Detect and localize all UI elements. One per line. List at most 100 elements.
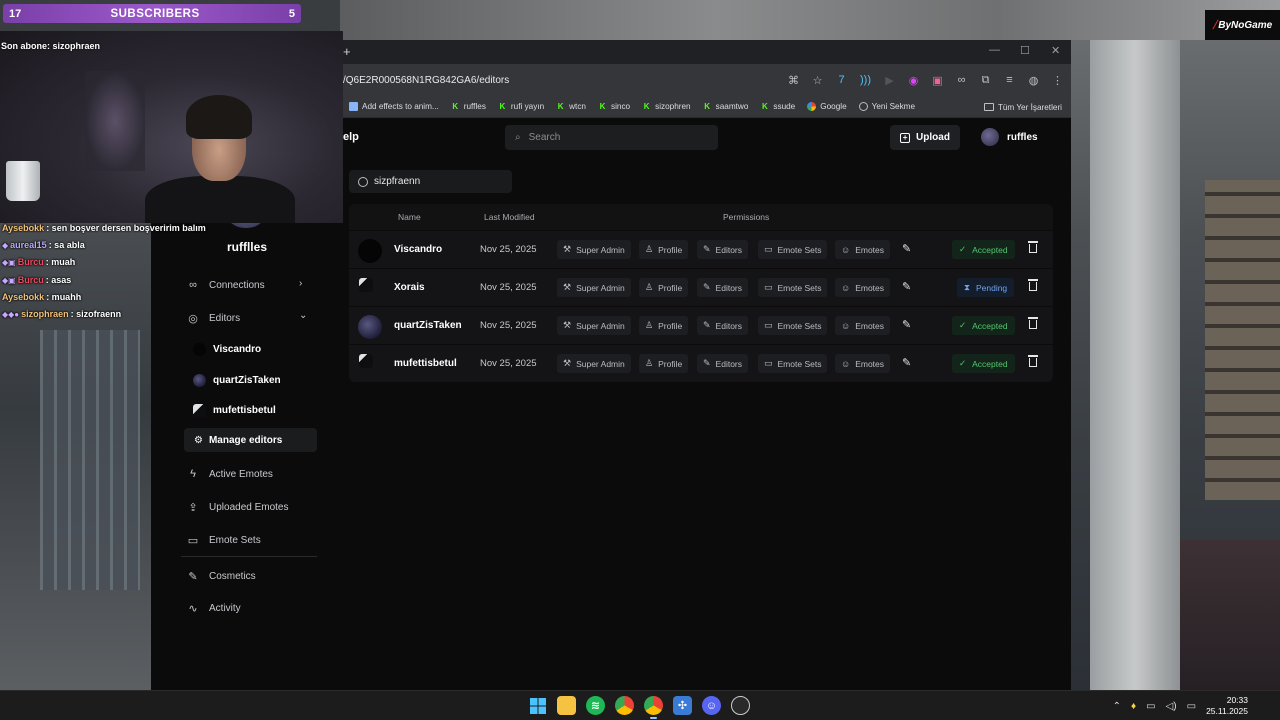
media-queue-icon[interactable]: ≡ — [1002, 74, 1017, 86]
trash-icon[interactable] — [1028, 241, 1038, 254]
sidebar-item-emote-sets[interactable]: ▭ Emote Sets — [187, 534, 261, 547]
edit-pencil-icon[interactable]: ✎ — [902, 242, 911, 255]
bookmark-item[interactable]: Ksizophren — [636, 102, 697, 111]
trash-icon[interactable] — [1028, 317, 1038, 330]
profile-menu[interactable]: ruffles — [981, 128, 1038, 146]
extension-glasses-icon[interactable]: ∞ — [954, 74, 969, 86]
bookmark-item[interactable]: Kwtcn — [550, 102, 592, 111]
bookmark-item[interactable]: Add effects to anim... — [343, 102, 445, 111]
permission-toggle-emote-sets[interactable]: ▭ Emote Sets — [758, 316, 828, 335]
network-icon[interactable]: ▭ — [1146, 701, 1155, 712]
last-modified-date: Nov 25, 2025 — [480, 320, 537, 331]
permission-toggle-profile[interactable]: ♙ Profile — [639, 316, 689, 335]
trash-icon[interactable] — [1028, 355, 1038, 368]
extension-red-icon[interactable]: ▣ — [930, 74, 945, 87]
sidebar-item-active-emotes[interactable]: ϟ Active Emotes — [187, 468, 273, 480]
battery-icon[interactable]: ▭ — [1187, 701, 1196, 712]
all-bookmarks[interactable]: Tüm Yer İşaretleri — [983, 96, 1062, 118]
chat-message: Aysebokk : sen boşver dersen boşveririm … — [2, 220, 252, 237]
windows-start-icon[interactable] — [528, 696, 547, 715]
chrome-active-icon[interactable] — [644, 696, 663, 719]
bookmark-item[interactable]: Google — [801, 102, 852, 111]
extension-7tv-icon[interactable]: 7 — [834, 74, 849, 86]
close-button[interactable]: ✕ — [1051, 44, 1060, 57]
chevron-up-icon[interactable]: ⌃ — [1113, 701, 1121, 712]
spotify-icon[interactable]: ≋ — [586, 696, 605, 715]
chat-message: ◆ aureal15 : sa abla — [2, 237, 252, 254]
permission-toggle-emotes[interactable]: ☺ Emotes — [835, 278, 891, 297]
permission-toggle-profile[interactable]: ♙ Profile — [639, 240, 689, 259]
sidebar-editor-viscandro[interactable]: Viscandro — [193, 343, 261, 356]
file-explorer-icon[interactable] — [557, 696, 576, 715]
permission-toggle-super-admin[interactable]: ⚒ Super Admin — [557, 354, 631, 373]
discord-icon[interactable]: ☺ — [702, 696, 721, 715]
manage-editors-button[interactable]: ⚙ Manage editors — [184, 428, 317, 452]
permission-toggle-editors[interactable]: ✎ Editors — [697, 278, 749, 297]
person-icon: ♙ — [645, 358, 654, 368]
sidebar-editor-mufettisbetul[interactable]: mufettisbetul — [193, 404, 276, 417]
extension-audio-icon[interactable]: ))) — [858, 74, 873, 86]
permission-toggle-super-admin[interactable]: ⚒ Super Admin — [557, 316, 631, 335]
editor-name[interactable]: Viscandro — [394, 244, 442, 255]
url-text[interactable]: /Q6E2R000568N1RG842GA6/editors — [343, 75, 509, 86]
help-link[interactable]: elp — [343, 131, 359, 143]
permission-toggle-profile[interactable]: ♙ Profile — [639, 354, 689, 373]
scene-pillar — [1090, 40, 1180, 690]
editor-name[interactable]: mufettisbetul — [394, 358, 457, 369]
steam-icon[interactable] — [731, 696, 750, 715]
sidebar-editor-quartzistaken[interactable]: quartZisTaken — [193, 374, 281, 387]
permission-toggle-emote-sets[interactable]: ▭ Emote Sets — [758, 354, 828, 373]
translate-icon[interactable]: ⌘ — [786, 74, 801, 87]
permission-toggle-profile[interactable]: ♙ Profile — [639, 278, 689, 297]
microphone-icon[interactable]: ♦ — [1131, 701, 1136, 712]
permission-toggle-super-admin[interactable]: ⚒ Super Admin — [557, 240, 631, 259]
edit-pencil-icon[interactable]: ✎ — [902, 356, 911, 369]
permission-toggle-editors[interactable]: ✎ Editors — [697, 240, 749, 259]
permission-toggle-emotes[interactable]: ☺ Emotes — [835, 354, 891, 373]
user-chip[interactable]: sizpfraenn — [349, 170, 512, 193]
chrome-icon[interactable] — [615, 696, 634, 715]
permission-toggle-emote-sets[interactable]: ▭ Emote Sets — [758, 240, 828, 259]
all-bookmarks-label: Tüm Yer İşaretleri — [997, 102, 1062, 112]
clock[interactable]: 20:33 25.11.2025 — [1206, 695, 1248, 717]
bookmark-star-icon[interactable]: ☆ — [810, 74, 825, 87]
permission-toggle-emotes[interactable]: ☺ Emotes — [835, 316, 891, 335]
minimize-button[interactable]: — — [989, 44, 1000, 56]
address-bar[interactable]: /Q6E2R000568N1RG842GA6/editors ⌘ ☆ 7 )))… — [343, 64, 1071, 96]
bookmark-item[interactable]: Krufi yayın — [492, 102, 550, 111]
chat-message: ◆◆● sizophraen : sizofraenn — [2, 306, 252, 323]
chevron-right-icon[interactable]: › — [299, 278, 302, 289]
sidebar-item-cosmetics[interactable]: ✎ Cosmetics — [187, 570, 255, 583]
upload-button[interactable]: + Upload — [890, 125, 960, 150]
chat-badge-icon: ◆◆● — [2, 310, 20, 320]
profile-icon[interactable]: ◍ — [1026, 74, 1041, 87]
editor-name[interactable]: Xorais — [394, 282, 425, 293]
bookmark-item[interactable]: Kssude — [754, 102, 801, 111]
extension-pink-icon[interactable]: ◉ — [906, 74, 921, 87]
permission-toggle-emote-sets[interactable]: ▭ Emote Sets — [758, 278, 828, 297]
permission-toggle-emotes[interactable]: ☺ Emotes — [835, 240, 891, 259]
permission-toggle-editors[interactable]: ✎ Editors — [697, 354, 749, 373]
edit-pencil-icon[interactable]: ✎ — [902, 280, 911, 293]
maximize-button[interactable]: ☐ — [1020, 44, 1030, 57]
sidebar-item-uploaded-emotes[interactable]: ⇪ Uploaded Emotes — [187, 501, 288, 514]
bookmark-item[interactable]: Yeni Sekme — [853, 102, 921, 111]
extension-play-icon[interactable]: ▶ — [882, 74, 897, 87]
chevron-down-icon[interactable]: ⌄ — [299, 310, 307, 321]
volume-icon[interactable]: ◁) — [1166, 701, 1177, 712]
sidebar-item-activity[interactable]: ∿ Activity — [187, 602, 240, 615]
trash-icon[interactable] — [1028, 279, 1038, 292]
person-icon: ♙ — [645, 244, 654, 254]
permission-toggle-editors[interactable]: ✎ Editors — [697, 316, 749, 335]
bookmark-item[interactable]: Ksinco — [592, 102, 636, 111]
editor-name[interactable]: quartZisTaken — [394, 320, 462, 331]
bookmark-item[interactable]: Ksaamtwo — [697, 102, 755, 111]
app-grid-icon[interactable]: ✣ — [673, 696, 692, 715]
search-input[interactable]: ⌕ Search — [505, 125, 718, 150]
menu-kebab-icon[interactable]: ⋮ — [1050, 74, 1065, 87]
edit-pencil-icon[interactable]: ✎ — [902, 318, 911, 331]
new-tab-button[interactable]: + — [343, 44, 351, 59]
bookmark-item[interactable]: Kruffles — [445, 102, 492, 111]
extensions-puzzle-icon[interactable]: ⧉ — [978, 74, 993, 87]
permission-toggle-super-admin[interactable]: ⚒ Super Admin — [557, 278, 631, 297]
